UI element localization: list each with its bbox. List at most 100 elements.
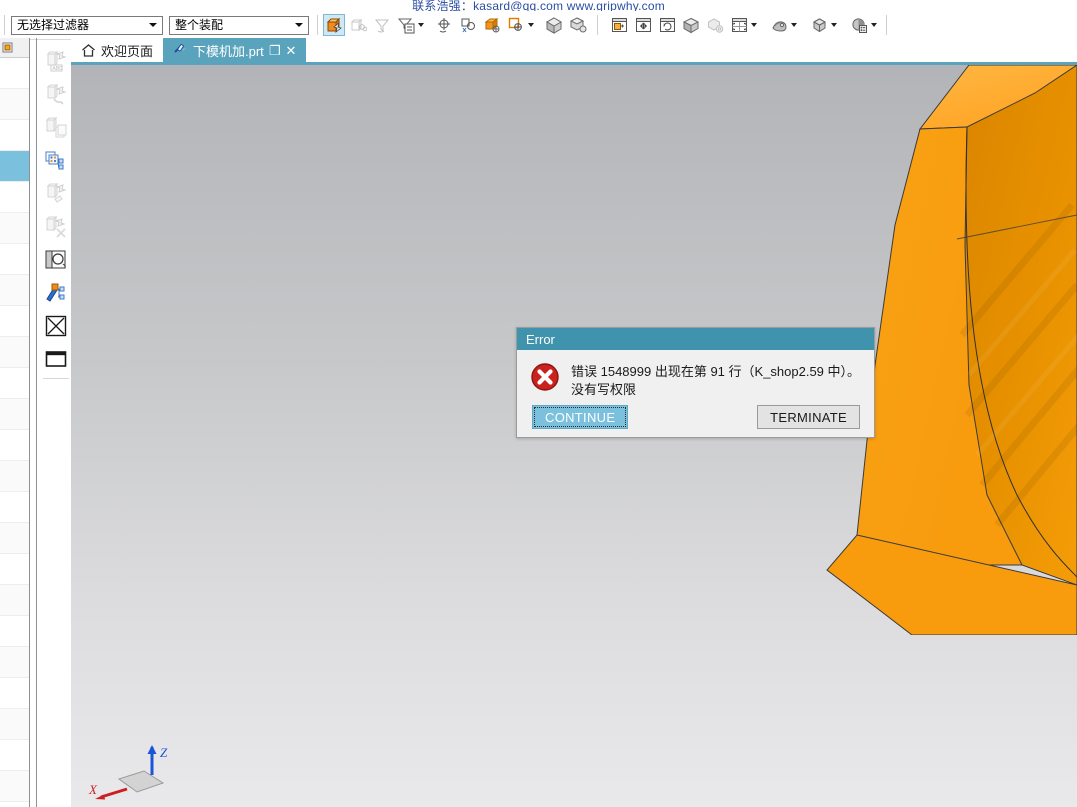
resource-bar-row[interactable]	[0, 585, 29, 616]
resource-bar-row[interactable]	[0, 647, 29, 678]
shaded-render-icon[interactable]	[543, 14, 565, 36]
annotation-tool-icon[interactable]: ABC	[40, 45, 71, 78]
chevron-down-icon[interactable]	[528, 23, 534, 27]
chevron-down-icon[interactable]	[871, 23, 877, 27]
sketch-region-icon[interactable]	[40, 243, 71, 276]
resource-bar-header	[0, 38, 29, 58]
measure-tool-icon[interactable]	[40, 276, 71, 309]
rotate-view-icon[interactable]	[656, 14, 678, 36]
select-linked-icon[interactable]	[347, 14, 369, 36]
shaded-with-edges-icon[interactable]	[680, 14, 702, 36]
resource-bar-row[interactable]	[0, 554, 29, 585]
resource-bar-row[interactable]	[0, 678, 29, 709]
restore-icon[interactable]: ❐	[269, 44, 281, 57]
visual-settings-icon[interactable]	[848, 14, 870, 36]
document-tab-strip: 欢迎页面 下模机加.prt ❐ ✕	[71, 38, 1077, 62]
edit-feature-icon[interactable]	[40, 177, 71, 210]
resource-bar-row[interactable]	[0, 306, 29, 337]
resource-bar-row[interactable]	[0, 182, 29, 213]
resource-bar-row[interactable]	[0, 523, 29, 554]
resource-bar-row[interactable]	[0, 709, 29, 740]
tab-part-file[interactable]: 下模机加.prt ❐ ✕	[163, 38, 307, 62]
delete-feature-icon[interactable]	[40, 210, 71, 243]
resource-bar-row[interactable]	[0, 616, 29, 647]
continue-button[interactable]: CONTINUE	[532, 405, 629, 429]
pattern-feature-icon[interactable]	[40, 144, 71, 177]
chevron-down-icon	[295, 23, 303, 27]
hide-target-icon[interactable]	[505, 14, 527, 36]
view-layout-icon[interactable]	[728, 14, 750, 36]
dialog-button-row: CONTINUE TERMINATE	[517, 405, 874, 429]
chevron-down-icon	[149, 23, 157, 27]
filter-list-icon[interactable]	[395, 14, 417, 36]
resource-bar-row[interactable]	[0, 120, 29, 151]
chevron-down-icon[interactable]	[831, 23, 837, 27]
close-icon[interactable]: ✕	[285, 44, 296, 57]
fit-window-icon[interactable]	[608, 14, 630, 36]
render-style-icon[interactable]	[704, 14, 726, 36]
resource-bar-row[interactable]	[0, 368, 29, 399]
home-icon	[82, 43, 95, 57]
scope-filter-combo[interactable]: 整个装配	[169, 15, 309, 35]
coordinate-triad: Z X	[88, 745, 168, 800]
feature-tool-icon[interactable]	[40, 78, 71, 111]
svg-text:ABC: ABC	[52, 65, 63, 71]
resource-bar-row[interactable]	[0, 151, 29, 182]
resource-bar-row[interactable]	[0, 771, 29, 802]
cross-shape-icon[interactable]	[40, 309, 71, 342]
render-settings-icon[interactable]	[567, 14, 589, 36]
shaded-style-icon[interactable]	[808, 14, 830, 36]
dialog-title: Error	[517, 328, 874, 350]
rail-section-divider	[43, 378, 69, 379]
selection-filter-value: 无选择过滤器	[17, 17, 90, 32]
scope-filter-value: 整个装配	[175, 17, 224, 32]
triad-z-label: Z	[160, 745, 168, 760]
resource-bar-row[interactable]	[0, 275, 29, 306]
show-hide-object-icon[interactable]	[481, 14, 503, 36]
dialog-body: 错误 1548999 出现在第 91 行（K_shop2.59 中）。 没有写权…	[517, 350, 874, 399]
resource-bar-panel[interactable]	[0, 38, 30, 807]
toolbar-separator	[4, 15, 5, 35]
resource-bar-row[interactable]	[0, 58, 29, 89]
resource-bar-row[interactable]	[0, 337, 29, 368]
resource-bar-row[interactable]	[0, 740, 29, 771]
view-orientation-icon[interactable]	[768, 14, 790, 36]
part-file-icon	[174, 43, 187, 53]
dialog-message: 错误 1548999 出现在第 91 行（K_shop2.59 中）。 没有写权…	[571, 362, 860, 399]
rectangle-shape-icon[interactable]	[40, 342, 71, 375]
toolbar-separator	[886, 15, 887, 35]
terminate-button[interactable]: TERMINATE	[757, 405, 860, 429]
tab-label: 下模机加.prt	[193, 43, 264, 59]
resource-bar-row[interactable]	[0, 89, 29, 120]
feature-tool-rail: ABC	[40, 45, 71, 375]
toolbar-separator	[317, 15, 318, 35]
chevron-down-icon[interactable]	[418, 23, 424, 27]
error-dialog[interactable]: Error 错误 1548999 出现在第 91 行（K_shop2.59 中）…	[516, 327, 875, 438]
resource-bar-row[interactable]	[0, 430, 29, 461]
move-object-icon[interactable]	[433, 14, 455, 36]
rail-divider	[36, 38, 37, 807]
resource-bar-row[interactable]	[0, 399, 29, 430]
chevron-down-icon[interactable]	[751, 23, 757, 27]
filter-undo-icon[interactable]	[371, 14, 393, 36]
error-circle-icon	[531, 363, 559, 391]
resource-bar-row[interactable]	[0, 213, 29, 244]
watermark-banner: 联系浩强：kasard@qq.com www.gripwhy.com	[412, 0, 665, 11]
ug-nx-application-window: 联系浩强：kasard@qq.com www.gripwhy.com 无选择过滤…	[0, 0, 1077, 807]
tab-welcome-page[interactable]: 欢迎页面	[71, 38, 164, 62]
object-display-icon[interactable]	[457, 14, 479, 36]
resource-bar-row[interactable]	[0, 461, 29, 492]
copy-feature-icon[interactable]	[40, 111, 71, 144]
chevron-down-icon[interactable]	[791, 23, 797, 27]
dialog-message-line1: 错误 1548999 出现在第 91 行（K_shop2.59 中）。	[571, 364, 861, 379]
selection-filter-combo[interactable]: 无选择过滤器	[11, 15, 163, 35]
toolbar-separator	[597, 15, 598, 35]
part-navigator-icon	[2, 42, 13, 53]
select-objects-icon[interactable]	[323, 14, 345, 36]
tab-label: 欢迎页面	[101, 43, 154, 59]
zoom-pan-icon[interactable]	[632, 14, 654, 36]
resource-bar-row[interactable]	[0, 492, 29, 523]
triad-x-label: X	[88, 782, 98, 797]
dialog-message-line2: 没有写权限	[571, 382, 637, 397]
resource-bar-row[interactable]	[0, 244, 29, 275]
